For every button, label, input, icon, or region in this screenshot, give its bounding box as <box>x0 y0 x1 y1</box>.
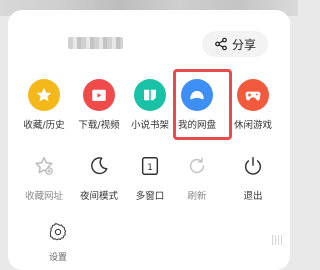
download-video-item[interactable]: 下载/视频 <box>70 79 128 131</box>
item-label: 收藏/历史 <box>23 120 65 131</box>
window-count: 1 <box>147 162 153 173</box>
night-mode-item[interactable]: 夜间模式 <box>70 150 128 202</box>
item-label: 休闲游戏 <box>233 120 272 131</box>
gamepad-icon <box>237 79 269 111</box>
item-label: 夜间模式 <box>79 191 118 202</box>
power-icon <box>237 150 269 182</box>
share-label: 分享 <box>231 37 256 52</box>
play-folder-icon <box>83 79 115 111</box>
gear-icon <box>49 222 67 241</box>
casual-games-item[interactable]: 休闲游戏 <box>224 79 282 131</box>
item-label: 收藏网址 <box>24 191 63 202</box>
share-button[interactable]: 分享 <box>202 31 268 57</box>
share-icon <box>215 37 227 51</box>
refresh-item: 刷新 <box>168 150 226 202</box>
star-icon <box>28 79 60 111</box>
favorites-history-item[interactable]: 收藏/历史 <box>15 79 73 131</box>
item-label: 刷新 <box>187 191 207 202</box>
item-label: 退出 <box>243 191 263 202</box>
window-count-icon: 1 <box>134 150 166 182</box>
book-icon <box>134 79 166 111</box>
add-star-icon <box>28 150 60 182</box>
blurred-username <box>68 37 123 49</box>
settings-button[interactable]: 设置 <box>36 222 80 263</box>
refresh-icon <box>181 150 213 182</box>
highlight-box <box>173 69 232 140</box>
scroll-hint <box>272 235 282 245</box>
moon-icon <box>83 150 115 182</box>
item-label: 下载/视频 <box>78 120 120 131</box>
exit-item[interactable]: 退出 <box>224 150 282 202</box>
settings-label: 设置 <box>48 253 67 263</box>
bookmark-url-item: 收藏网址 <box>15 150 73 202</box>
